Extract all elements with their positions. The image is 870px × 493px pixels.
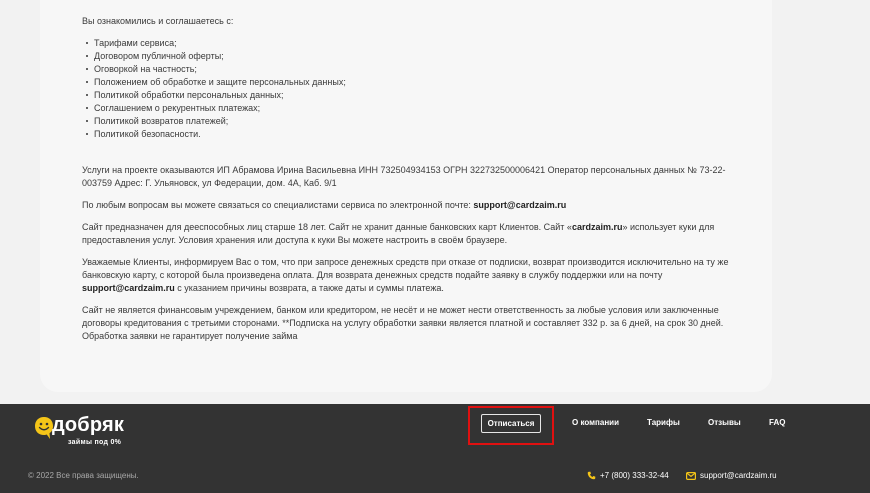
document-link-refunds[interactable]: Политикой возвратов платежей;: [86, 115, 772, 128]
services-info: Услуги на проекте оказываются ИП Абрамов…: [82, 165, 726, 188]
phone-contact[interactable]: +7 (800) 333-32-44: [587, 471, 669, 480]
nav-link-about[interactable]: О компании: [572, 418, 619, 427]
smiley-logo-icon: [35, 417, 53, 439]
disclaimer-info: Сайт не является финансовым учреждением,…: [82, 305, 724, 341]
document-link-data-policy[interactable]: Политикой обработки персональных данных;: [86, 89, 772, 102]
document-link-data-protection[interactable]: Положением об обработке и защите персона…: [86, 76, 772, 89]
nav-link-reviews[interactable]: Отзывы: [708, 418, 741, 427]
refund-info: Уважаемые Клиенты, информируем Вас о том…: [82, 256, 732, 295]
phone-number: +7 (800) 333-32-44: [600, 471, 669, 480]
nav-link-tariffs[interactable]: Тарифы: [647, 418, 680, 427]
refund-text-1: Уважаемые Клиенты, информируем Вас о том…: [82, 257, 729, 280]
contact-info: По любым вопросам вы можете связаться со…: [82, 199, 732, 212]
document-link-offer[interactable]: Договором публичной оферты;: [86, 50, 772, 63]
document-link-security[interactable]: Политикой безопасности.: [86, 128, 772, 141]
email-address: support@cardzaim.ru: [700, 471, 777, 480]
envelope-icon: [686, 471, 696, 480]
copyright-text: © 2022 Все права защищены.: [28, 471, 139, 480]
brand-logo[interactable]: добряк займы под 0%: [34, 412, 134, 448]
phone-icon: [587, 471, 596, 480]
logo-tagline: займы под 0%: [68, 439, 122, 446]
site-name: cardzaim.ru: [571, 222, 623, 232]
refund-text-2: с указанием причины возврата, а также да…: [174, 283, 444, 293]
age-text-1: Сайт предназначен для дееспособных лиц с…: [82, 222, 572, 232]
legal-info-card: Вы ознакомились и соглашаетесь с: Тарифа…: [40, 0, 772, 392]
refund-email-link[interactable]: support@cardzaim.ru: [82, 283, 175, 293]
contact-email-link[interactable]: support@cardzaim.ru: [473, 200, 566, 210]
agreement-intro: Вы ознакомились и соглашаетесь с:: [82, 16, 234, 26]
contact-text: По любым вопросам вы можете связаться со…: [82, 200, 474, 210]
site-footer: добряк займы под 0% Отписаться О компани…: [0, 404, 870, 493]
nav-link-faq[interactable]: FAQ: [769, 418, 785, 427]
document-link-recurring[interactable]: Соглашением о рекурентных платежах;: [86, 102, 772, 115]
document-link-tariffs[interactable]: Тарифами сервиса;: [86, 37, 772, 50]
documents-list: Тарифами сервиса; Договором публичной оф…: [86, 37, 772, 141]
document-link-disclaimer[interactable]: Оговоркой на частность;: [86, 63, 772, 76]
age-info: Сайт предназначен для дееспособных лиц с…: [82, 221, 732, 247]
email-contact[interactable]: support@cardzaim.ru: [686, 471, 777, 480]
unsubscribe-button[interactable]: Отписаться: [481, 414, 541, 433]
logo-text: добряк: [52, 414, 125, 436]
